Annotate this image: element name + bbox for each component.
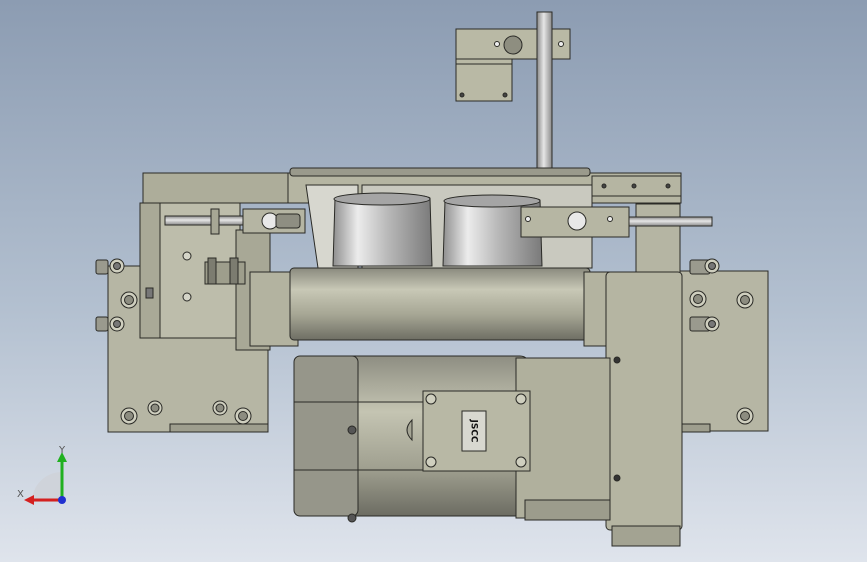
main-roller	[249, 267, 615, 347]
axis-x-label: X	[17, 489, 24, 500]
assembly-drawing: JSCC X Y	[17, 11, 769, 547]
right-gear-housing	[605, 271, 683, 547]
axis-y-label: Y	[58, 445, 66, 456]
axis-triad: X Y	[17, 445, 67, 505]
left-sensor	[242, 208, 306, 234]
left-side-plate	[107, 202, 271, 433]
rod-clamp-block	[520, 206, 630, 238]
cup-left	[332, 192, 433, 267]
terminal-box	[406, 390, 531, 472]
top-clamp-bracket	[455, 28, 571, 102]
cad-viewport[interactable]: JSCC X Y	[0, 0, 867, 562]
motor-brand-label: JSCC	[469, 418, 479, 442]
